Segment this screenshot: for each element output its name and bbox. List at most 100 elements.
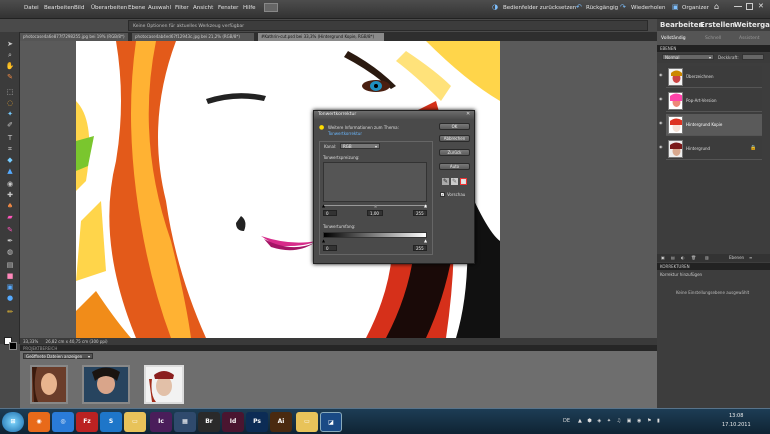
- blend-mode-select[interactable]: Normal ▾: [662, 54, 714, 60]
- pencil-tool-icon[interactable]: ✏: [4, 308, 16, 316]
- subtab-assistent[interactable]: Assistent: [739, 36, 760, 41]
- organizer-icon[interactable]: ▣: [672, 3, 679, 11]
- thumbnail-photo-3[interactable]: [144, 365, 184, 404]
- quick-selection-icon[interactable]: ✐: [4, 121, 16, 129]
- healing-brush-icon[interactable]: ✚: [4, 191, 16, 199]
- white-eyedropper-icon[interactable]: ✎: [460, 178, 467, 186]
- recompose-tool-icon[interactable]: ◆: [4, 156, 16, 164]
- preview-checkbox[interactable]: ✓: [440, 192, 445, 197]
- eye-icon[interactable]: ◉: [659, 96, 663, 101]
- folder-icon[interactable]: ▭: [124, 412, 146, 432]
- clock-date[interactable]: 17.10.2011: [722, 422, 751, 428]
- tray-icons[interactable]: ▲ ⬢ ◈ ✦ ♫ ▣ ◉ ⚑ ▮: [578, 418, 662, 424]
- crop-tool-icon[interactable]: ⌗: [4, 145, 16, 153]
- new-group-icon[interactable]: ▤: [671, 255, 675, 260]
- menu-ansicht[interactable]: Ansicht: [193, 5, 213, 11]
- redo-icon[interactable]: ↷: [620, 3, 626, 11]
- input-black-field[interactable]: 0: [323, 210, 337, 216]
- move-tool-icon[interactable]: ➤: [4, 40, 16, 48]
- brush-tool-icon[interactable]: ✎: [4, 226, 16, 234]
- midtone-handle[interactable]: ▲: [374, 203, 377, 208]
- tab-document-1[interactable]: photocase4a6e877f7298255.jpg bei 19% (RG…: [20, 33, 128, 41]
- menu-auswahl[interactable]: Auswahl: [148, 5, 171, 11]
- blur-tool-icon[interactable]: ▣: [4, 283, 16, 291]
- dialog-close-icon[interactable]: ✕: [466, 111, 470, 117]
- undo-button[interactable]: Rückgängig: [586, 5, 618, 11]
- ok-button[interactable]: OK: [439, 123, 470, 130]
- subtab-vollstaendig[interactable]: Vollständig: [661, 36, 686, 41]
- app-icon[interactable]: ▦: [174, 412, 196, 432]
- input-white-field[interactable]: 255: [413, 210, 427, 216]
- bridge-icon[interactable]: Br: [198, 412, 220, 432]
- photoshop-elements-icon[interactable]: ◪: [320, 412, 342, 432]
- tab-document-2[interactable]: photocase4ab4ed67f12943c.jpg bei 21,2% (…: [132, 33, 254, 41]
- browser-icon[interactable]: ◎: [52, 412, 74, 432]
- layer-item[interactable]: Überzeichnen: [666, 66, 762, 88]
- type-tool-icon[interactable]: T: [4, 134, 16, 142]
- clock-time[interactable]: 13:08: [729, 413, 743, 419]
- indesign-cs-icon[interactable]: Id: [222, 412, 244, 432]
- eye-icon[interactable]: ◉: [659, 72, 663, 77]
- add-adjustment-label[interactable]: Korrektur hinzufügen: [660, 272, 702, 277]
- start-button-icon[interactable]: ⊞: [2, 412, 24, 432]
- output-white-field[interactable]: 255: [413, 245, 427, 251]
- gradient-tool-icon[interactable]: ▤: [4, 261, 16, 269]
- maximize-icon[interactable]: [746, 3, 753, 10]
- lasso-tool-icon[interactable]: ◌: [4, 99, 16, 107]
- marquee-tool-icon[interactable]: ⬚: [4, 88, 16, 96]
- arrange-icon[interactable]: [264, 3, 278, 12]
- layer-item[interactable]: Pop-Art-Version: [666, 90, 762, 112]
- thumbnail-photo-1[interactable]: [30, 365, 68, 404]
- cancel-button[interactable]: Abbrechen: [439, 135, 470, 142]
- hand-tool-icon[interactable]: ✋: [4, 62, 16, 70]
- output-white-handle[interactable]: ▲: [424, 238, 427, 243]
- eraser-tool-icon[interactable]: ▰: [4, 213, 16, 221]
- auto-button[interactable]: Auto: [439, 163, 470, 170]
- layer-item-selected[interactable]: Hintergrund Kopie: [666, 114, 762, 136]
- menu-ebene[interactable]: Ebene: [128, 5, 145, 11]
- tab-document-3[interactable]: #Kathrin-cut.psd bei 33,3% (Hintergrund …: [258, 33, 384, 41]
- eyedropper-icon[interactable]: ✎: [4, 73, 16, 81]
- gray-eyedropper-icon[interactable]: ✎: [451, 178, 458, 185]
- firefox-icon[interactable]: ◉: [28, 412, 50, 432]
- layer-item[interactable]: Hintergrund 🔒: [666, 138, 762, 160]
- language-indicator[interactable]: DE: [563, 418, 570, 424]
- minimize-icon[interactable]: [734, 4, 742, 7]
- magic-wand-icon[interactable]: ✦: [4, 110, 16, 118]
- mask-icon[interactable]: ▥: [705, 255, 709, 260]
- thumbnail-photo-2[interactable]: [82, 365, 130, 404]
- reset-icon[interactable]: ◑: [492, 3, 498, 11]
- menu-hilfe[interactable]: Hilfe: [243, 5, 256, 11]
- eye-icon[interactable]: ◉: [659, 120, 663, 125]
- reset-panels-button[interactable]: Bedienfelder zurücksetzen: [503, 5, 576, 11]
- panel-menu-icon[interactable]: ≡: [749, 255, 752, 260]
- home-icon[interactable]: ⌂: [714, 2, 719, 11]
- illustrator-icon[interactable]: Ai: [270, 412, 292, 432]
- input-gamma-field[interactable]: 1,00: [367, 210, 383, 216]
- background-color-swatch[interactable]: [9, 342, 17, 350]
- menu-bild[interactable]: Bild: [74, 5, 84, 11]
- straighten-tool-icon[interactable]: ▲: [4, 167, 16, 175]
- tab-bearbeiten[interactable]: Bearbeiten: [660, 21, 704, 29]
- photoshop-icon[interactable]: Ps: [246, 412, 268, 432]
- reset-button[interactable]: Zurück: [439, 149, 470, 156]
- eye-icon[interactable]: ◉: [659, 144, 663, 149]
- clone-stamp-icon[interactable]: ♠: [4, 202, 16, 210]
- black-eyedropper-icon[interactable]: ✎: [442, 178, 449, 185]
- black-point-handle[interactable]: ▲: [322, 203, 325, 208]
- sponge-tool-icon[interactable]: ●: [4, 294, 16, 302]
- dialog-info-link[interactable]: Tonwertkorrektur: [328, 131, 362, 136]
- tab-weitergabe[interactable]: Weitergabe: [734, 21, 770, 29]
- indesign-icon[interactable]: Ic: [150, 412, 172, 432]
- shape-tool-icon[interactable]: ■: [4, 272, 16, 280]
- tab-erstellen[interactable]: Erstellen: [700, 21, 735, 29]
- explorer-icon[interactable]: ▭: [296, 412, 318, 432]
- white-point-handle[interactable]: ▲: [424, 203, 427, 208]
- subtab-schnell[interactable]: Schnell: [705, 36, 721, 41]
- project-bin-select[interactable]: Geöffnete Dateien anzeigen ▾: [23, 353, 93, 359]
- channel-select[interactable]: RGB ▾: [340, 143, 380, 149]
- menu-bearbeiten[interactable]: Bearbeiten: [44, 5, 74, 11]
- close-icon[interactable]: ✕: [758, 2, 764, 10]
- red-eye-tool-icon[interactable]: ◉: [4, 180, 16, 188]
- new-layer-icon[interactable]: ▣: [661, 255, 665, 260]
